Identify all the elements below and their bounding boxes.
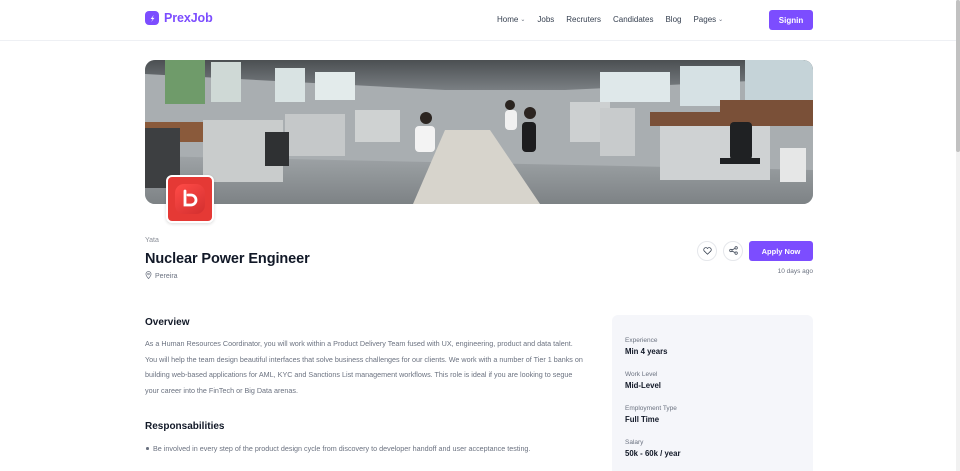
brand-name: PrexJob (164, 11, 213, 25)
overview-text: As a Human Resources Coordinator, you wi… (145, 339, 583, 395)
bebo-b-logo-icon (175, 184, 205, 214)
brand-icon (145, 11, 159, 25)
company-name[interactable]: Yata (145, 237, 159, 244)
responsibilities-list: Be involved in every step of the product… (145, 443, 585, 454)
nav-item-label: Home (497, 15, 519, 24)
responsibilities-heading: Responsabilities (145, 421, 225, 432)
chevron-down-icon: ⌄ (520, 17, 526, 23)
detail-value: 50k - 60k / year (625, 449, 681, 458)
brand-logo[interactable]: PrexJob (145, 11, 213, 25)
detail-employment-type: Employment Type Full Time (625, 405, 677, 424)
map-pin-icon (145, 271, 152, 281)
detail-label: Salary (625, 439, 644, 446)
detail-label: Employment Type (625, 405, 677, 412)
detail-value: Full Time (625, 415, 660, 424)
job-title: Nuclear Power Engineer (145, 251, 310, 267)
chevron-down-icon: ⌄ (718, 17, 724, 23)
detail-salary: Salary 50k - 60k / year (625, 439, 681, 458)
save-job-button[interactable] (697, 241, 717, 261)
main-menu: Home ⌄ Jobs Recruters Candidates Blog Pa… (497, 15, 735, 24)
job-location-label: Pereira (155, 272, 178, 280)
detail-work-level: Work Level Mid-Level (625, 371, 661, 390)
scrollbar-thumb[interactable] (956, 0, 960, 152)
nav-item-label: Jobs (537, 15, 555, 24)
share-icon (728, 242, 738, 260)
nav-item-label: Recruters (566, 15, 601, 24)
detail-value: Mid-Level (625, 381, 661, 390)
detail-label: Work Level (625, 371, 658, 378)
nav-item-label: Candidates (612, 15, 654, 24)
share-job-button[interactable] (723, 241, 743, 261)
page-scrollbar[interactable] (956, 0, 960, 471)
nav-item-candidates[interactable]: Candidates (613, 15, 653, 24)
nav-item-label: Blog (665, 15, 682, 24)
navbar: PrexJob Home ⌄ Jobs Recruters Candidates… (0, 0, 960, 41)
overview-heading: Overview (145, 317, 190, 328)
nav-item-home[interactable]: Home ⌄ (497, 15, 525, 24)
signin-button[interactable]: Signin (769, 10, 813, 30)
job-details-card: Experience Min 4 years Work Level Mid-Le… (612, 315, 813, 471)
heart-icon (702, 242, 712, 260)
company-banner-image (145, 60, 813, 204)
job-location: Pereira (145, 271, 178, 281)
list-item: Be involved in every step of the product… (145, 443, 585, 454)
detail-experience: Experience Min 4 years (625, 337, 667, 356)
nav-item-pages[interactable]: Pages ⌄ (693, 15, 723, 24)
detail-label: Experience (625, 337, 658, 344)
company-logo (166, 175, 214, 223)
nav-item-blog[interactable]: Blog (665, 15, 681, 24)
nav-item-jobs[interactable]: Jobs (537, 15, 554, 24)
nav-item-recruters[interactable]: Recruters (566, 15, 601, 24)
detail-value: Min 4 years (625, 347, 668, 356)
nav-item-label: Pages (693, 15, 717, 24)
apply-now-button[interactable]: Apply Now (749, 241, 813, 261)
posted-time: 10 days ago (777, 268, 813, 275)
